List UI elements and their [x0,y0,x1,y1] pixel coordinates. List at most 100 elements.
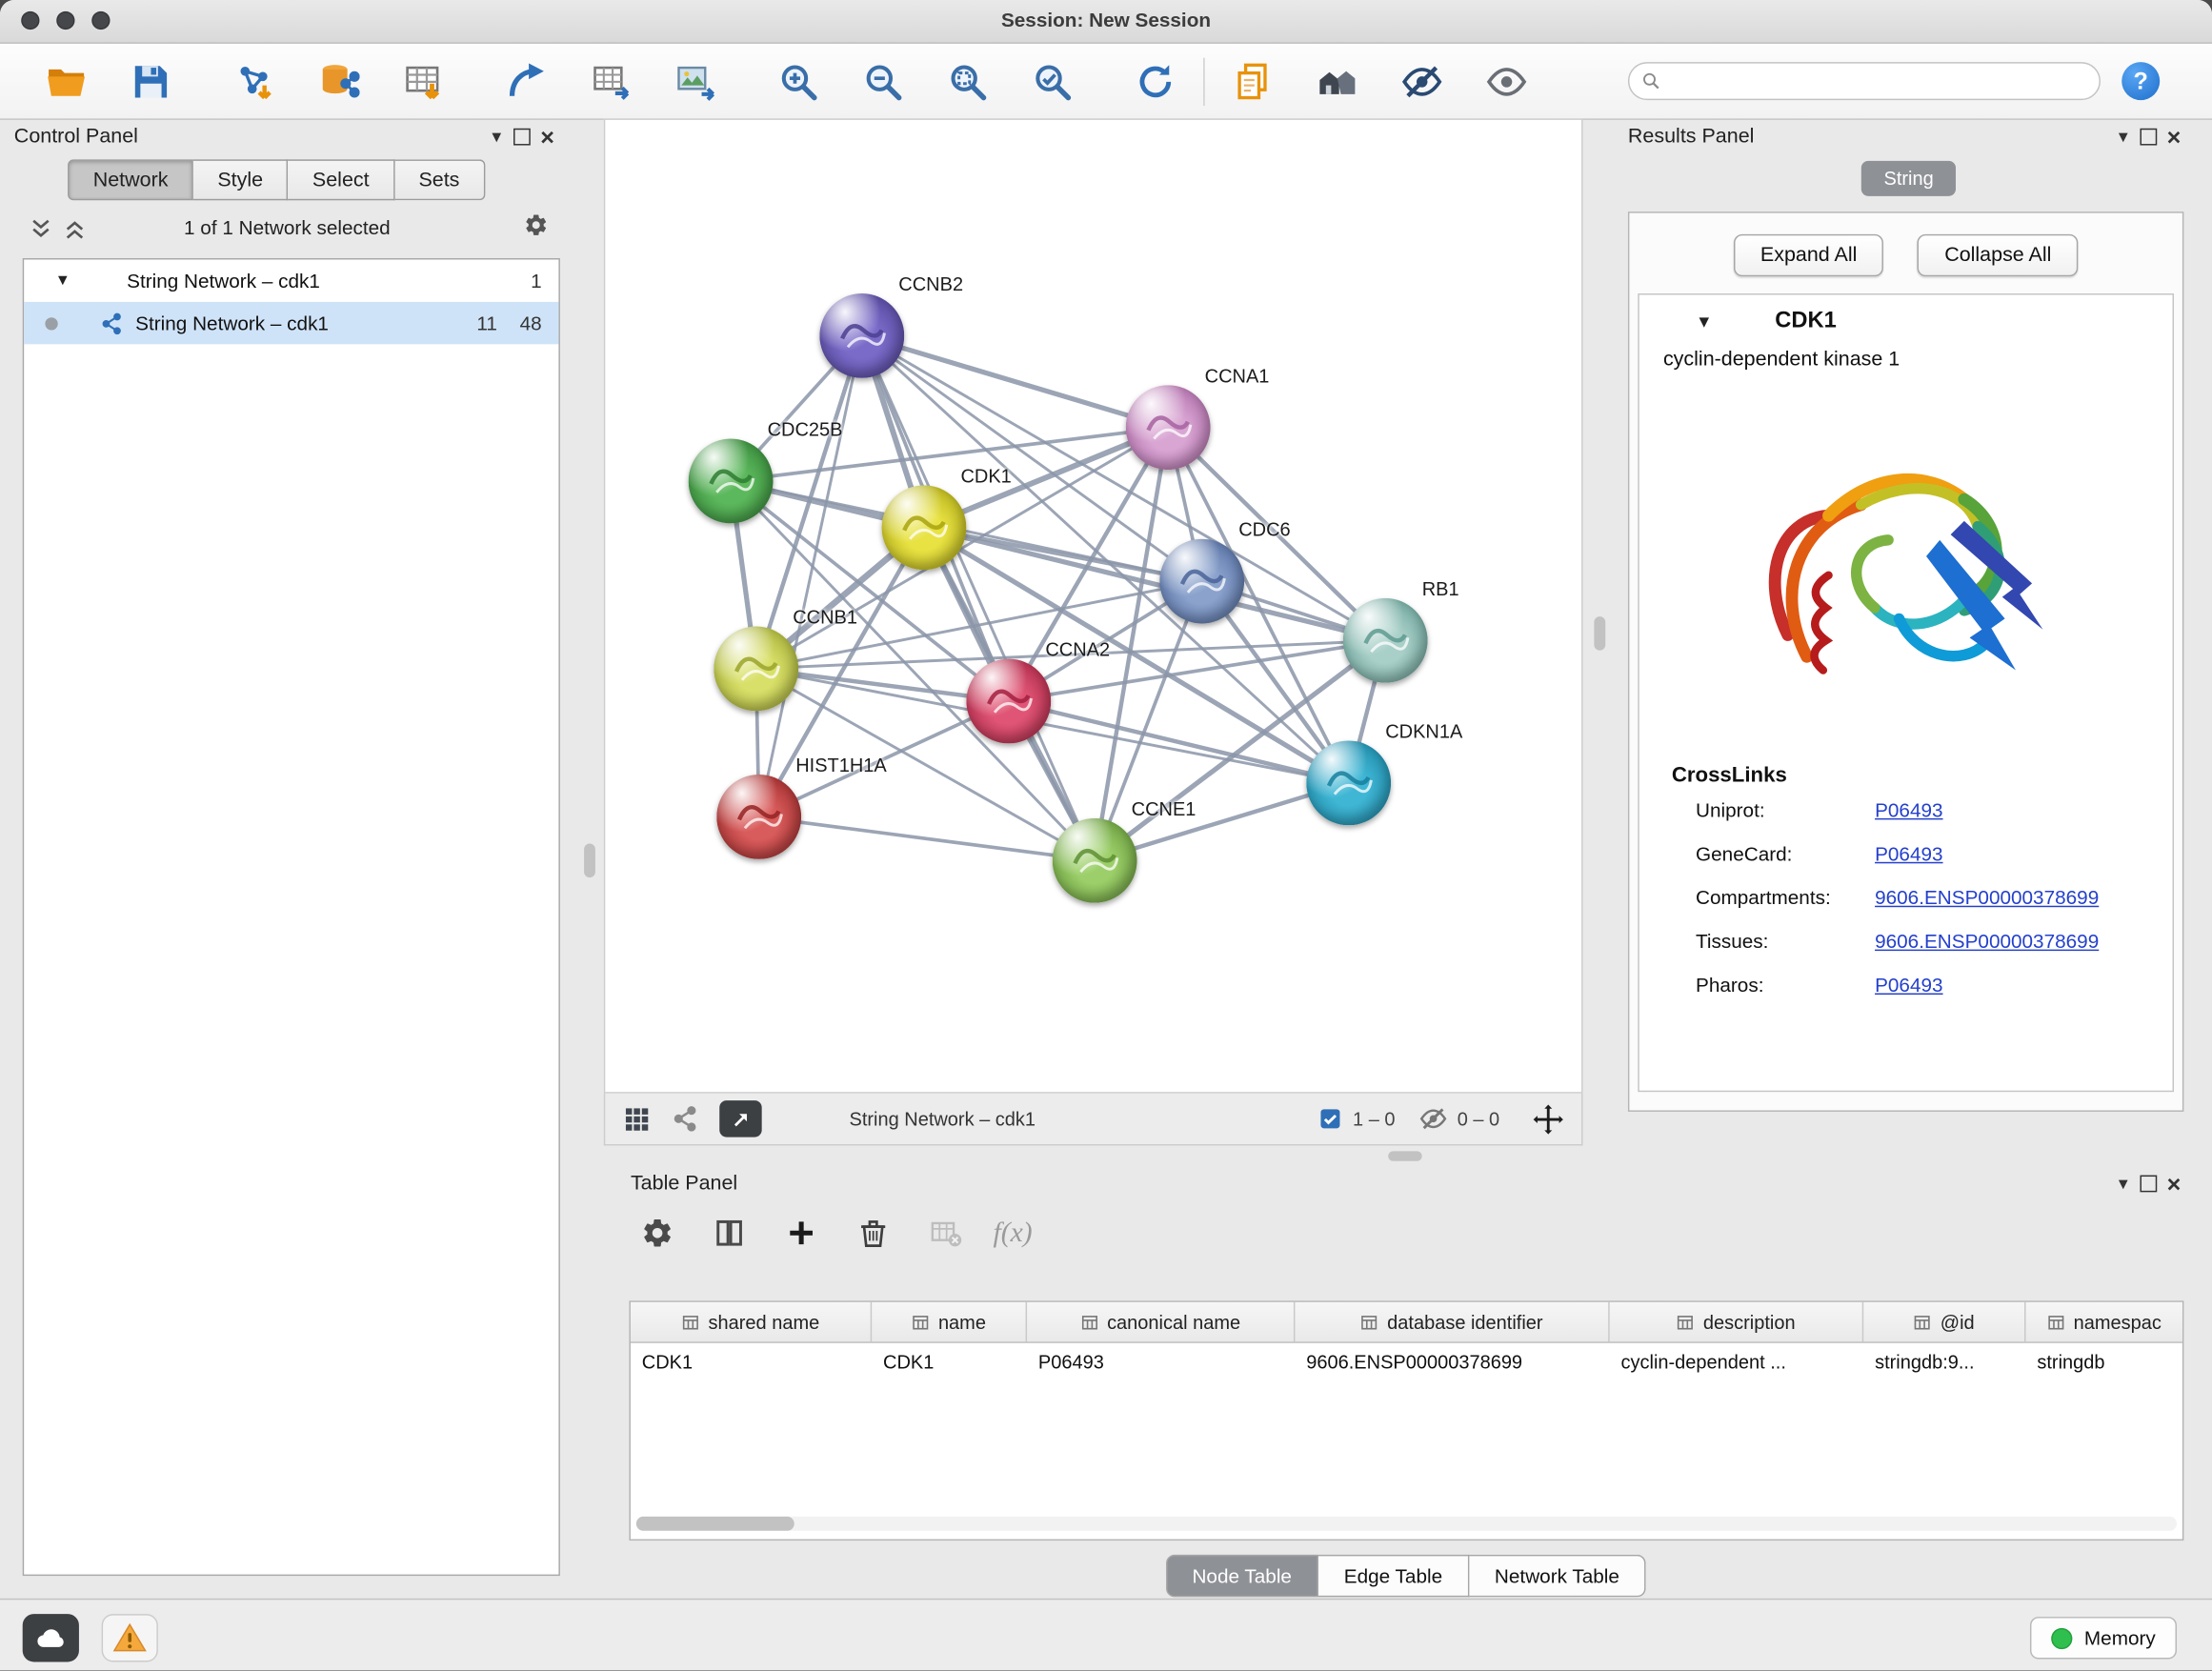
table-panel-collapse-button[interactable]: ▾ [2110,1171,2136,1197]
network-collection-row[interactable]: ▼ String Network – cdk1 1 [24,259,558,301]
save-session-button[interactable] [109,50,193,112]
network-node-CCNA1[interactable] [1126,385,1211,470]
tab-edge-table[interactable]: Edge Table [1318,1555,1469,1597]
column-header-database-identifier[interactable]: database identifier [1295,1302,1609,1341]
import-network-file-button[interactable] [211,50,296,112]
network-node-CDC6[interactable] [1159,539,1244,624]
houses-icon [1317,60,1358,102]
warnings-button[interactable] [102,1614,158,1661]
export-image-button[interactable] [654,50,738,112]
tree-caret-icon[interactable]: ▼ [55,272,70,290]
copy-document-button[interactable] [1211,50,1296,112]
network-row-selected[interactable]: String Network – cdk1 11 48 [24,302,558,344]
control-panel-float-button[interactable] [510,124,535,150]
left-splitter[interactable] [584,844,595,878]
hidden-eye-slash-icon[interactable] [1419,1105,1448,1134]
zoom-fit-button[interactable] [925,50,1010,112]
horizontal-splitter[interactable] [1388,1151,1422,1160]
crosslink-link-tissues[interactable]: 9606.ENSP00000378699 [1875,929,2099,952]
crosslink-link-compartments[interactable]: 9606.ENSP00000378699 [1875,885,2099,908]
zoom-in-button[interactable] [756,50,841,112]
tab-sets[interactable]: Sets [394,159,485,200]
column-header-description[interactable]: description [1610,1302,1864,1341]
export-table-button[interactable] [569,50,654,112]
network-node-HIST1H1A[interactable] [716,775,801,859]
open-session-button[interactable] [24,50,109,112]
create-column-button[interactable] [777,1209,825,1257]
collapse-all-button[interactable]: Collapse All [1918,234,2078,276]
cloud-button[interactable] [23,1614,79,1661]
network-node-CDKN1A[interactable] [1306,740,1391,825]
tab-network[interactable]: Network [68,159,193,200]
table-row[interactable]: CDK1 CDK1 P06493 9606.ENSP00000378699 cy… [631,1343,2182,1381]
show-all-button[interactable] [1464,50,1549,112]
network-canvas[interactable]: CCNB2CCNA1CDC25BCDK1CDC6RB1CCNB1CCNA2CDK… [604,118,1583,1093]
apply-layout-button[interactable] [1113,50,1197,112]
share-network-button[interactable] [672,1105,700,1134]
table-panel-float-button[interactable] [2136,1171,2162,1197]
network-node-CCNB2[interactable] [819,293,904,378]
search-input[interactable] [1670,70,2087,93]
network-options-button[interactable] [523,211,549,237]
tab-select[interactable]: Select [289,159,395,200]
table-panel-close-button[interactable]: × [2162,1171,2187,1197]
home-button[interactable] [1295,50,1379,112]
results-panel-float-button[interactable] [2136,124,2162,150]
grid-view-button[interactable] [622,1104,652,1134]
column-header-id[interactable]: @id [1863,1302,2025,1341]
show-columns-button[interactable] [705,1209,753,1257]
cell-database-identifier[interactable]: 9606.ENSP00000378699 [1295,1352,1609,1373]
cell-name[interactable]: CDK1 [872,1352,1027,1373]
horizontal-scrollbar[interactable] [636,1517,2177,1531]
open-in-window-button[interactable] [719,1100,761,1137]
copy-document-icon [1232,60,1274,102]
cell-description[interactable]: cyclin-dependent ... [1610,1352,1864,1373]
right-splitter[interactable] [1594,616,1605,651]
table-options-button[interactable] [633,1209,681,1257]
caret-down-icon: ▾ [492,126,501,149]
zoom-selected-button[interactable] [1010,50,1095,112]
import-network-database-button[interactable] [296,50,381,112]
memory-button[interactable]: Memory [2031,1617,2177,1659]
network-node-CDC25B[interactable] [689,439,774,524]
network-node-CCNB1[interactable] [714,627,798,712]
crosslink-link-genecard[interactable]: P06493 [1875,841,1942,864]
column-header-namespace[interactable]: namespac [2026,1302,2182,1341]
selected-checkbox-icon[interactable] [1317,1106,1343,1132]
results-panel-close-button[interactable]: × [2162,124,2187,150]
crosslink-link-pharos[interactable]: P06493 [1875,973,1942,996]
crosslink-link-uniprot[interactable]: P06493 [1875,797,1942,820]
help-button[interactable]: ? [2122,62,2160,100]
tab-network-table[interactable]: Network Table [1469,1555,1646,1597]
network-node-CDK1[interactable] [882,485,967,570]
tab-string[interactable]: String [1861,161,1957,196]
gene-collapse-caret[interactable]: ▼ [1696,312,1713,332]
tab-node-table[interactable]: Node Table [1165,1555,1318,1597]
network-node-RB1[interactable] [1343,598,1428,683]
export-network-button[interactable] [484,50,569,112]
column-header-shared-name[interactable]: shared name [631,1302,872,1341]
hide-selected-button[interactable] [1379,50,1464,112]
control-panel-close-button[interactable]: × [534,124,560,150]
cell-namespace[interactable]: stringdb [2026,1352,2182,1373]
tab-style[interactable]: Style [193,159,289,200]
network-node-CCNE1[interactable] [1053,818,1137,903]
scrollbar-thumb[interactable] [636,1517,794,1531]
table-column-icon [1914,1313,1932,1331]
import-table-button[interactable] [381,50,466,112]
eye-slash-icon [1401,60,1443,102]
function-builder-button[interactable]: f(x) [994,1209,1033,1257]
expand-all-button[interactable]: Expand All [1734,234,1884,276]
cell-id[interactable]: stringdb:9... [1863,1352,2025,1373]
control-panel-collapse-button[interactable]: ▾ [484,124,510,150]
cell-shared-name[interactable]: CDK1 [631,1352,872,1373]
column-header-canonical-name[interactable]: canonical name [1027,1302,1295,1341]
delete-column-button[interactable] [849,1209,896,1257]
cell-canonical-name[interactable]: P06493 [1027,1352,1295,1373]
network-edges[interactable] [605,120,1582,1094]
zoom-out-button[interactable] [841,50,926,112]
network-node-CCNA2[interactable] [966,659,1051,744]
pan-crosshair-icon[interactable] [1532,1102,1564,1135]
column-header-name[interactable]: name [872,1302,1027,1341]
results-panel-collapse-button[interactable]: ▾ [2110,124,2136,150]
